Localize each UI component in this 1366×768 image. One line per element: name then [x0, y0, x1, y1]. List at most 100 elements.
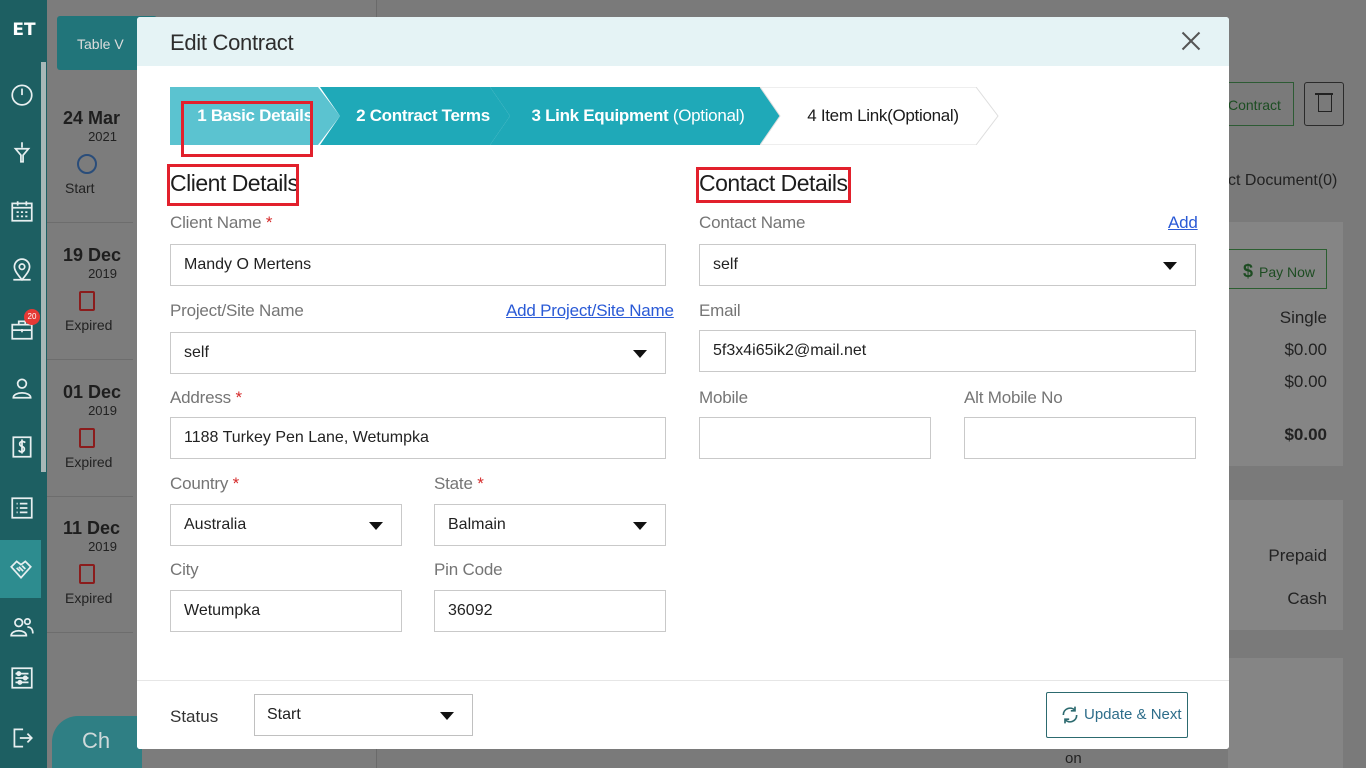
required-mark: * — [235, 388, 243, 407]
step-optional: (Optional) — [672, 106, 745, 125]
required-mark: * — [232, 474, 240, 493]
app-logo[interactable]: ET — [6, 12, 42, 48]
pin-code-label: Pin Code — [434, 560, 503, 579]
timeline-status: Start — [65, 180, 95, 196]
timeline-item[interactable]: 19 Dec 2019 Expired — [47, 245, 133, 333]
step-label: Link Equipment — [545, 106, 669, 125]
timeline-year: 2019 — [88, 266, 117, 281]
state-label: State * — [434, 474, 484, 494]
payment-type: Prepaid — [1268, 546, 1327, 565]
alt-mobile-field[interactable] — [964, 417, 1196, 459]
alt-mobile-label: Alt Mobile No — [964, 388, 1063, 407]
timeline-date: 24 Mar — [63, 108, 121, 128]
pin-code-field[interactable]: 36092 — [434, 590, 666, 632]
settings-sliders-icon[interactable] — [0, 656, 44, 700]
update-next-button[interactable]: Update & Next — [1046, 692, 1188, 738]
contract-button[interactable]: Contract — [1228, 82, 1294, 126]
timeline-status: Expired — [65, 317, 113, 333]
timeline-year: 2019 — [88, 539, 117, 554]
city-field[interactable]: Wetumpka — [170, 590, 402, 632]
payment-method: Cash — [1287, 589, 1327, 608]
add-project-site-link[interactable]: Add Project/Site Name — [506, 301, 674, 321]
step-label: Contract Terms — [369, 106, 490, 125]
funnel-icon[interactable] — [0, 130, 44, 174]
divider — [47, 222, 133, 223]
state-label-text: State — [434, 474, 473, 493]
bottom-text: on — [1065, 750, 1082, 767]
country-select[interactable]: Australia — [170, 504, 402, 546]
step-number: 4 — [807, 106, 817, 125]
users-icon[interactable] — [0, 605, 44, 649]
edit-contract-modal: Edit Contract 1 Basic Details 2 Contract… — [137, 17, 1229, 749]
timeline-date: 11 Dec — [63, 518, 121, 538]
client-heading-highlight — [167, 164, 299, 206]
step-contract-terms[interactable]: 2 Contract Terms — [320, 87, 510, 145]
timeline-year: 2021 — [88, 129, 117, 144]
extra-card — [1228, 658, 1343, 768]
refresh-icon — [1062, 706, 1078, 724]
timeline-date: 01 Dec — [63, 382, 122, 402]
divider — [47, 632, 133, 633]
mobile-label: Mobile — [699, 388, 748, 407]
timeline-item[interactable]: 01 Dec 2019 Expired — [47, 382, 133, 470]
project-site-select[interactable]: self — [170, 332, 666, 374]
close-icon[interactable] — [1181, 31, 1201, 51]
logout-icon[interactable] — [0, 716, 44, 760]
divider — [47, 496, 133, 497]
status-select[interactable]: Start — [254, 694, 473, 736]
contact-name-label: Contact Name — [699, 213, 806, 232]
table-view-label: Table V — [77, 36, 124, 52]
calendar-icon[interactable] — [0, 189, 44, 233]
contact-heading-highlight — [696, 167, 851, 203]
city-label: City — [170, 560, 199, 579]
chat-label: Ch — [82, 728, 111, 753]
briefcase-icon[interactable]: 20 — [0, 307, 44, 351]
step-link-equipment[interactable]: 3 Link Equipment (Optional) — [490, 87, 780, 145]
notification-badge: 20 — [24, 309, 40, 325]
mobile-field[interactable] — [699, 417, 931, 459]
timeline-item[interactable]: 11 Dec 2019 Expired — [47, 518, 133, 606]
country-label: Country * — [170, 474, 239, 494]
document-tab[interactable]: ct Document(0) — [1228, 172, 1337, 190]
country-label-text: Country — [170, 474, 229, 493]
delete-icon[interactable] — [1304, 82, 1344, 126]
dashboard-icon[interactable] — [0, 72, 44, 116]
expired-status-icon — [79, 564, 95, 584]
timeline-year: 2019 — [88, 403, 117, 418]
list-icon[interactable] — [0, 486, 44, 530]
project-site-label: Project/Site Name — [170, 301, 304, 320]
status-label: Status — [170, 707, 219, 726]
state-select[interactable]: Balmain — [434, 504, 666, 546]
contact-name-select[interactable]: self — [699, 244, 1196, 286]
timeline-status: Expired — [65, 590, 113, 606]
summary-value: $0.00 — [1284, 372, 1327, 391]
add-contact-link[interactable]: Add — [1168, 213, 1198, 233]
required-mark: * — [265, 213, 273, 232]
divider — [47, 359, 133, 360]
email-label: Email — [699, 301, 741, 320]
client-name-label: Client Name * — [170, 213, 273, 233]
address-field[interactable]: 1188 Turkey Pen Lane, Wetumpka — [170, 417, 666, 459]
pay-now-button[interactable]: $ Pay Now — [1228, 249, 1327, 289]
step-item-link[interactable]: 4 Item Link(Optional) — [760, 87, 1000, 145]
dollar-doc-icon[interactable] — [0, 425, 44, 469]
timeline-status: Expired — [65, 454, 113, 470]
handshake-icon[interactable] — [0, 540, 41, 598]
step-label: Item Link(Optional) — [820, 106, 959, 125]
nav-rail: ET 20 — [0, 0, 47, 768]
dollar-icon: $ — [1243, 261, 1254, 281]
modal-header: Edit Contract — [137, 17, 1229, 66]
client-name-field[interactable]: Mandy O Mertens — [170, 244, 666, 286]
summary-value: Single — [1279, 308, 1327, 327]
address-label: Address * — [170, 388, 242, 408]
required-mark: * — [477, 474, 484, 493]
timeline-date: 19 Dec — [63, 245, 122, 265]
map-pin-icon[interactable] — [0, 248, 44, 292]
user-icon[interactable] — [0, 366, 44, 410]
summary-total: $0.00 — [1284, 425, 1327, 444]
chat-button[interactable]: Ch — [52, 716, 142, 768]
timeline-item[interactable]: 24 Mar 2021 Start — [47, 108, 133, 196]
start-status-icon — [77, 154, 97, 174]
pay-now-label: Pay Now — [1259, 264, 1316, 280]
email-field[interactable]: 5f3x4i65ik2@mail.net — [699, 330, 1196, 372]
